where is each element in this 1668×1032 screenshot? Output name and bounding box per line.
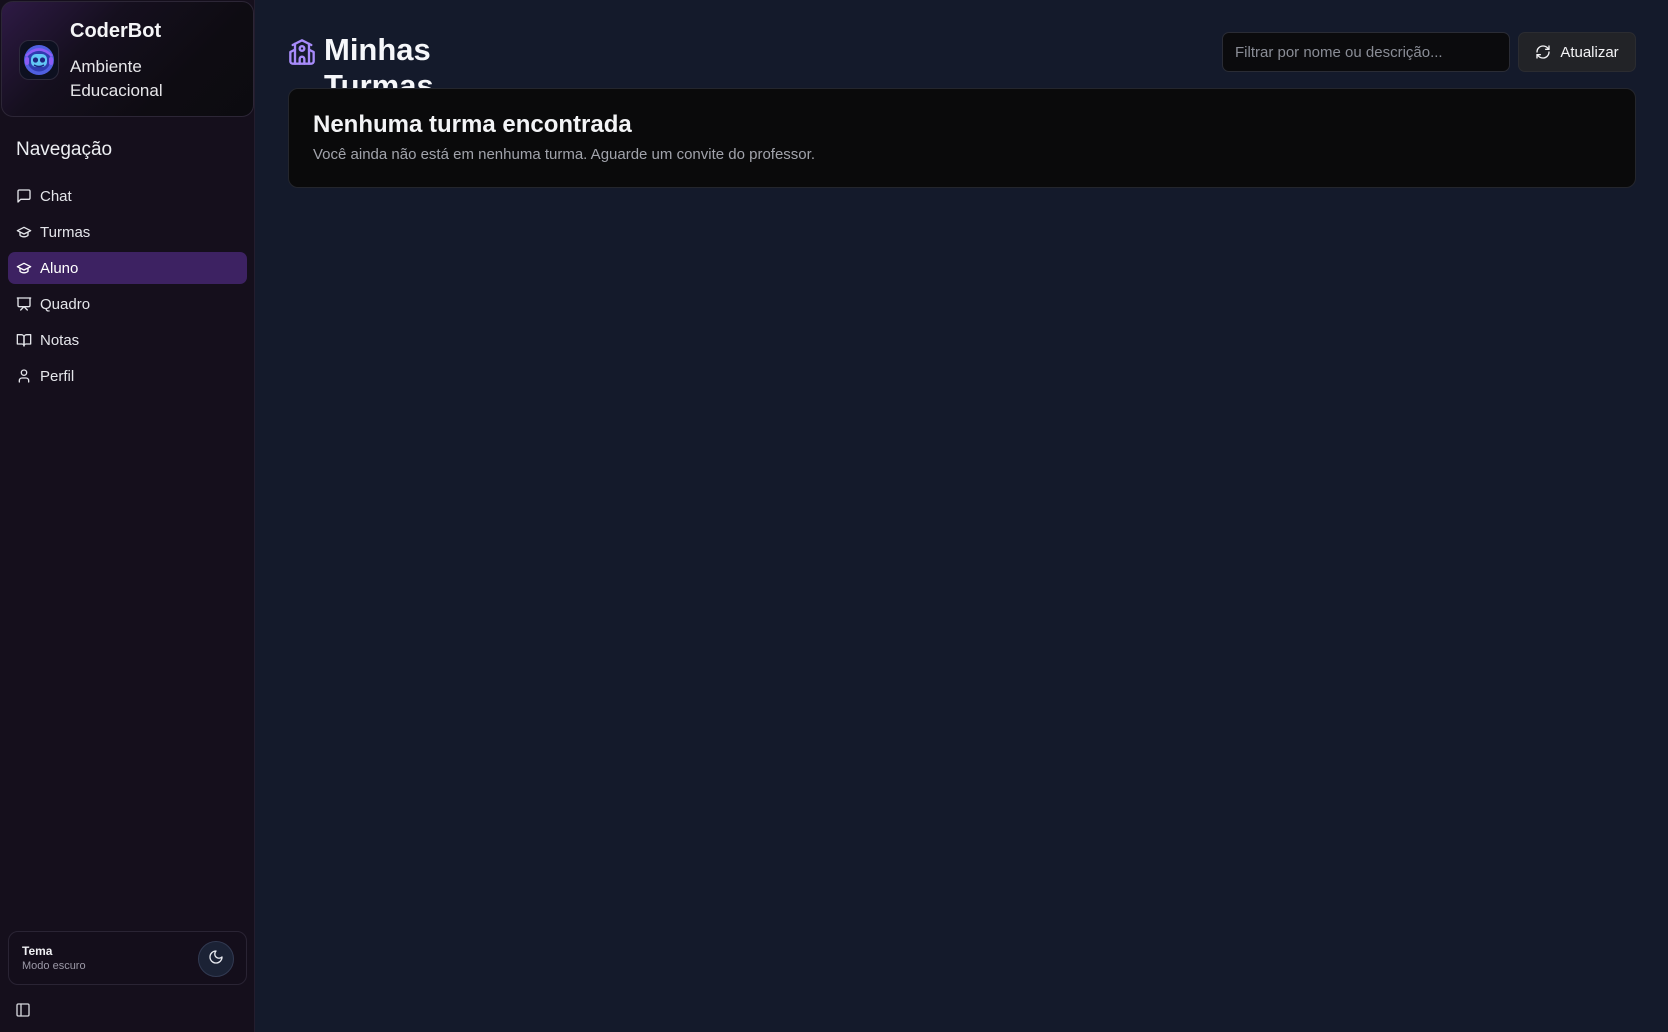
theme-toggle-button[interactable] bbox=[198, 941, 234, 977]
sidebar-item-label: Aluno bbox=[40, 259, 79, 277]
graduation-cap-icon bbox=[16, 260, 32, 276]
presentation-icon bbox=[16, 296, 32, 312]
theme-label: Tema bbox=[22, 944, 53, 958]
brand-card[interactable]: CoderBot Ambiente Educacional bbox=[1, 1, 254, 117]
sidebar-item-label: Chat bbox=[40, 187, 72, 205]
empty-state-card: Nenhuma turma encontrada Você ainda não … bbox=[288, 88, 1636, 188]
sidebar-item-aluno[interactable]: Aluno bbox=[8, 252, 247, 284]
sidebar: CoderBot Ambiente Educacional Navegação … bbox=[0, 0, 255, 1032]
sidebar-item-chat[interactable]: Chat bbox=[8, 180, 247, 212]
refresh-button-label: Atualizar bbox=[1560, 43, 1619, 61]
message-square-icon bbox=[16, 188, 32, 204]
sidebar-item-perfil[interactable]: Perfil bbox=[8, 360, 247, 392]
user-icon bbox=[16, 368, 32, 384]
sidebar-item-label: Turmas bbox=[40, 223, 91, 241]
sidebar-item-label: Perfil bbox=[40, 367, 75, 385]
refresh-icon bbox=[1535, 44, 1551, 60]
school-icon bbox=[288, 38, 316, 71]
theme-card: Tema Modo escuro bbox=[8, 931, 247, 985]
sidebar-item-label: Notas bbox=[40, 331, 80, 349]
panel-left-icon bbox=[15, 1003, 31, 1022]
sidebar-toggle-button[interactable] bbox=[15, 1002, 31, 1018]
sidebar-nav: Chat Turmas Aluno Quadro Notas Perfil bbox=[8, 180, 247, 396]
empty-state-title: Nenhuma turma encontrada bbox=[313, 111, 632, 138]
nav-section-title: Navegação bbox=[16, 139, 113, 160]
search-input[interactable] bbox=[1222, 32, 1510, 72]
brand-title: CoderBot bbox=[70, 20, 162, 42]
coderbot-logo-icon bbox=[19, 40, 59, 80]
sidebar-item-notas[interactable]: Notas bbox=[8, 324, 247, 356]
empty-state-description: Você ainda não está em nenhuma turma. Ag… bbox=[313, 146, 815, 163]
refresh-button[interactable]: Atualizar bbox=[1518, 32, 1636, 72]
moon-icon bbox=[208, 949, 224, 970]
brand-subtitle: Ambiente Educacional bbox=[70, 57, 163, 100]
sidebar-item-quadro[interactable]: Quadro bbox=[8, 288, 247, 320]
book-open-icon bbox=[16, 332, 32, 348]
theme-mode: Modo escuro bbox=[22, 960, 86, 972]
sidebar-item-label: Quadro bbox=[40, 295, 91, 313]
sidebar-item-turmas[interactable]: Turmas bbox=[8, 216, 247, 248]
graduation-cap-icon bbox=[16, 224, 32, 240]
